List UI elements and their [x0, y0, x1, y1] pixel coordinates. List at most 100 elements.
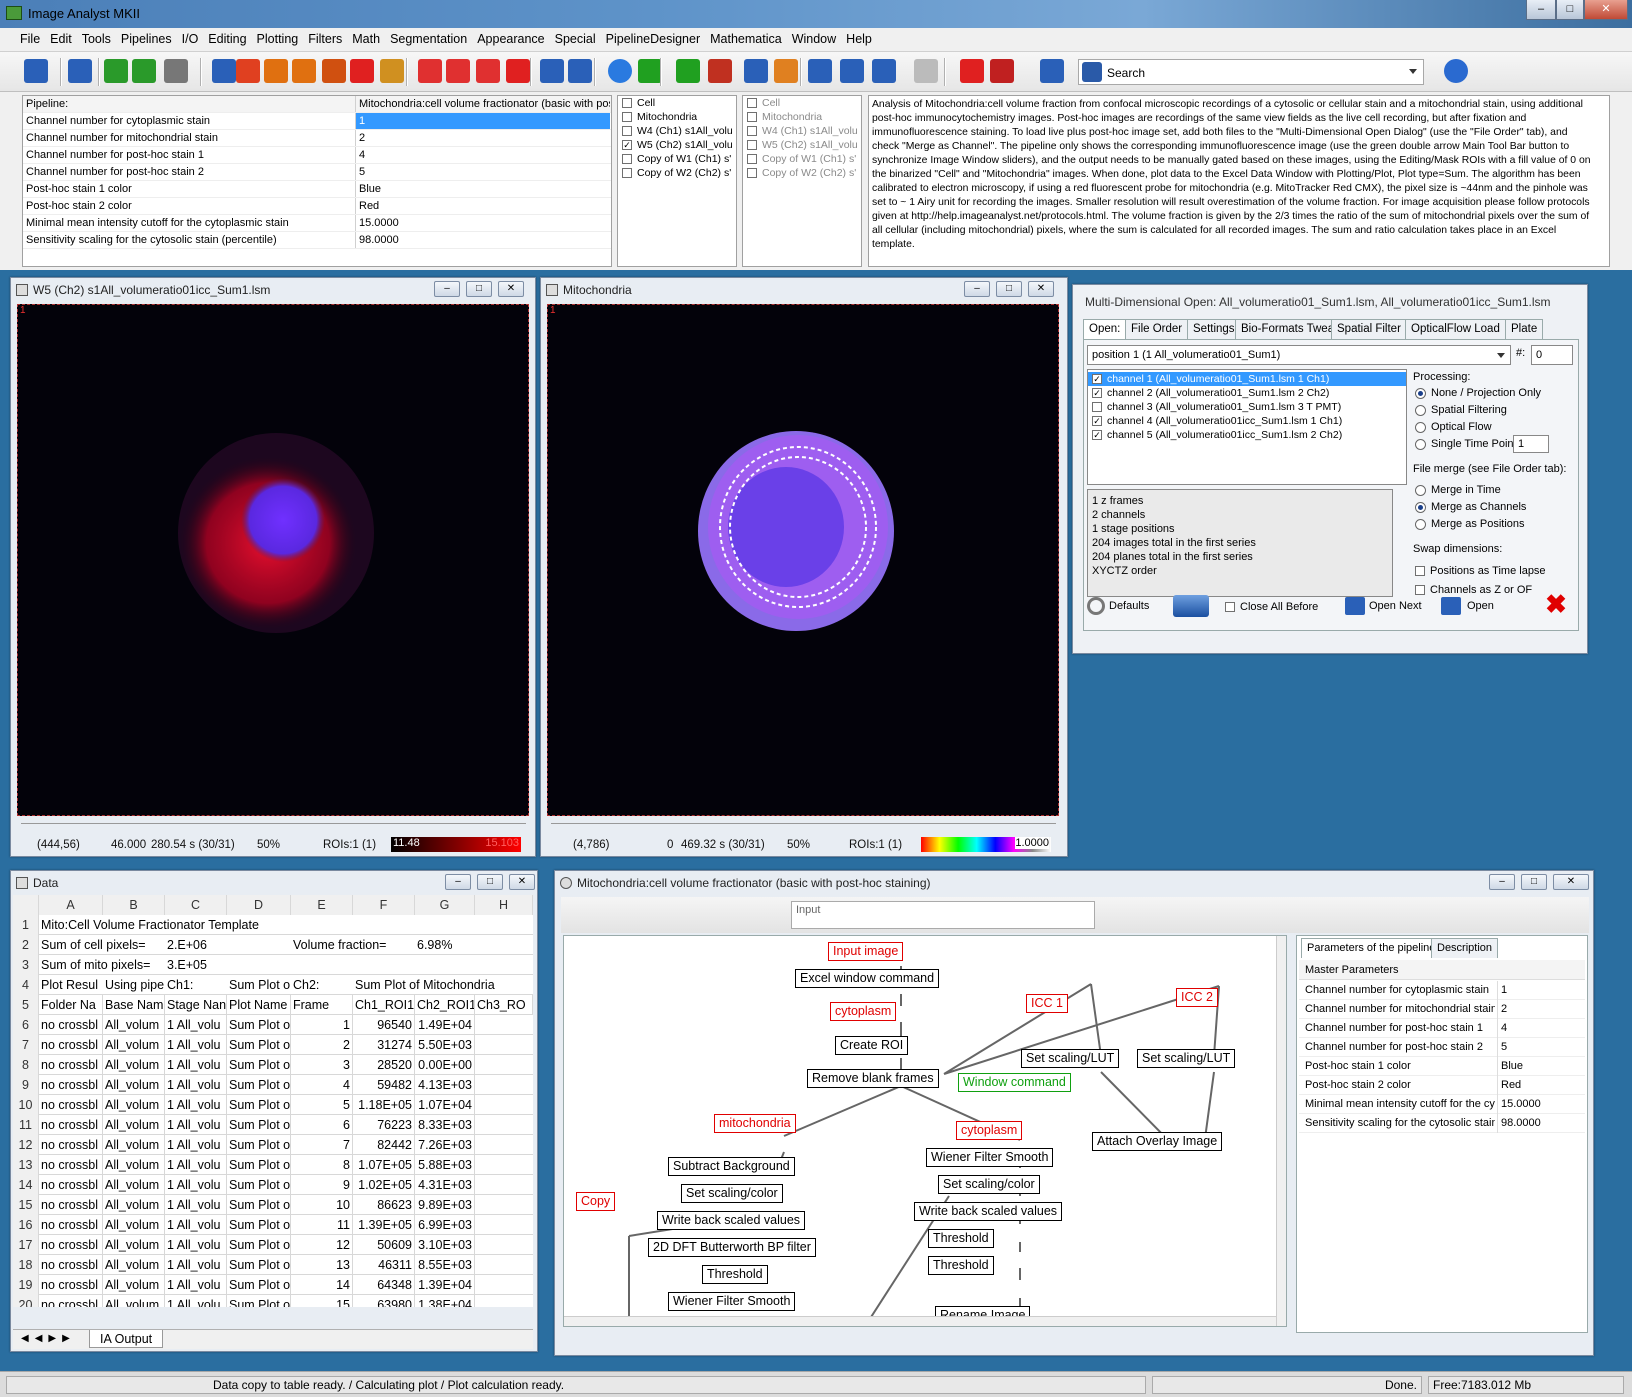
table-row[interactable]: 8 no crossbl All_volum 1 All_volu Sum Plot o…	[13, 1055, 533, 1075]
table-cell[interactable]: 6.99E+03	[415, 1215, 475, 1235]
pipeline-menu-button[interactable]	[1173, 595, 1209, 617]
checkbox[interactable]	[622, 98, 632, 109]
pipeline-node[interactable]: Set scaling/LUT	[1021, 1049, 1120, 1068]
checkbox[interactable]: ✓	[1092, 416, 1102, 427]
position-number-stepper[interactable]: 0	[1531, 345, 1573, 365]
param-row[interactable]: Channel number for post-hoc stain 1 4	[23, 147, 611, 164]
checkbox[interactable]	[747, 126, 757, 137]
table-cell[interactable]: Sum Plot o	[227, 1195, 291, 1215]
param-row[interactable]: Channel number for mitochondrial stain 2	[1299, 1000, 1585, 1019]
resize-icon[interactable]	[380, 59, 404, 83]
table-cell[interactable]: All_volum	[103, 1155, 165, 1175]
table-cell[interactable]: 6	[291, 1115, 353, 1135]
pipeline-node[interactable]: Wiener Filter Smooth	[926, 1148, 1054, 1167]
table-row[interactable]: 14 no crossbl All_volum 1 All_volu Sum Plot …	[13, 1175, 533, 1195]
table-cell[interactable]	[227, 915, 291, 935]
param-row[interactable]: Post-hoc stain 2 color Red	[23, 198, 611, 215]
table-cell[interactable]: 9	[291, 1175, 353, 1195]
table-cell[interactable]: 1 All_volu	[165, 1255, 227, 1275]
corner-cell[interactable]	[13, 895, 39, 915]
table-cell[interactable]: Sum Plot o	[227, 1035, 291, 1055]
table-cell[interactable]: All_volum	[103, 1035, 165, 1055]
pipeline-edit-icon[interactable]	[840, 59, 864, 83]
grid-tool-icon[interactable]	[132, 59, 156, 83]
table-cell[interactable]	[291, 915, 353, 935]
param-value[interactable]: 15.0000	[355, 215, 610, 231]
table-cell[interactable]	[353, 955, 415, 975]
table-cell[interactable]: All_volum	[103, 1215, 165, 1235]
checkbox[interactable]	[1092, 402, 1102, 413]
window-list-item[interactable]: W5 (Ch2) s1All_volu	[743, 138, 861, 152]
checkbox[interactable]: ✓	[1092, 388, 1102, 399]
table-cell[interactable]: no crossbl	[39, 1095, 103, 1115]
no-roi-icon[interactable]	[350, 59, 374, 83]
table-cell[interactable]: 1.39E+04	[415, 1275, 475, 1295]
param-value[interactable]: Blue	[355, 181, 610, 197]
table-cell[interactable]: Ch1_ROI1	[353, 995, 415, 1015]
table-cell[interactable]: Frame	[291, 995, 353, 1015]
table-cell[interactable]: Folder Na	[39, 995, 103, 1015]
table-cell[interactable]: All_volum	[103, 1275, 165, 1295]
roi-delete-icon[interactable]	[418, 59, 442, 83]
param-row[interactable]: Post-hoc stain 1 color Blue	[1299, 1057, 1585, 1076]
table-cell[interactable]: 5.88E+03	[415, 1155, 475, 1175]
table-cell[interactable]: 31274	[353, 1035, 415, 1055]
table-cell[interactable]: Sum Plot o	[227, 1275, 291, 1295]
param-value[interactable]: 1	[355, 113, 610, 129]
data-window[interactable]: Data – □ ✕ A B C D E F G H 1 Mito:Cell Volume Fra…	[10, 870, 538, 1352]
window-list-item[interactable]: Cell	[743, 96, 861, 110]
pointer-icon[interactable]	[236, 59, 260, 83]
menu-plotting[interactable]: Plotting	[252, 28, 304, 52]
pipeline-run-icon[interactable]	[808, 59, 832, 83]
tab-file-order[interactable]: File Order	[1125, 319, 1189, 339]
menu-i-o[interactable]: I/O	[177, 28, 204, 52]
table-cell[interactable]: 2	[291, 1035, 353, 1055]
pipeline-node[interactable]: Create ROI	[835, 1036, 909, 1055]
table-cell[interactable]: Using pipe	[103, 975, 165, 995]
table-cell[interactable]: 1.02E+05	[353, 1175, 415, 1195]
table-cell[interactable]: 1 All_volu	[165, 1115, 227, 1135]
table-cell[interactable]: Ch1:	[165, 975, 227, 995]
table-cell[interactable]: Sum Plot o	[227, 1215, 291, 1235]
menu-file[interactable]: File	[0, 28, 45, 52]
pipeline-node[interactable]: Write back scaled values	[657, 1211, 806, 1230]
single-time-point-stepper[interactable]: 1	[1513, 435, 1549, 453]
play-icon[interactable]	[608, 59, 632, 83]
channel-item[interactable]: ✓ channel 2 (All_volumeratio01_Sum1.lsm 2…	[1088, 386, 1406, 400]
table-cell[interactable]: 11	[291, 1215, 353, 1235]
table-cell[interactable]: 1 All_volu	[165, 1135, 227, 1155]
pipeline-open-icon[interactable]	[68, 59, 92, 83]
roi-copy-icon[interactable]	[446, 59, 470, 83]
minimize-button[interactable]: –	[1489, 874, 1515, 890]
table-row[interactable]: 19 no crossbl All_volum 1 All_volu Sum Plot …	[13, 1275, 533, 1295]
table-cell[interactable]: All_volum	[103, 1175, 165, 1195]
minimize-button[interactable]: –	[434, 281, 460, 297]
record-icon[interactable]	[708, 59, 732, 83]
table-cell[interactable]: 8.55E+03	[415, 1255, 475, 1275]
pipeline-step-icon[interactable]	[872, 59, 896, 83]
channel-item[interactable]: ✓ channel 4 (All_volumeratio01icc_Sum1.ls…	[1088, 414, 1406, 428]
menu-special[interactable]: Special	[550, 28, 601, 52]
table-row[interactable]: 15 no crossbl All_volum 1 All_volu Sum Plot …	[13, 1195, 533, 1215]
image-window-mitochondria[interactable]: Mitochondria – □ ✕ 1 (4,786) 0 469.32 s …	[540, 277, 1068, 857]
window-list-item[interactable]: Copy of W1 (Ch1) s'	[618, 152, 736, 166]
param-value[interactable]: 5	[355, 164, 610, 180]
table-cell[interactable]: 64348	[353, 1275, 415, 1295]
table-cell[interactable]: All_volum	[103, 1095, 165, 1115]
pipeline-node[interactable]: cytoplasm	[956, 1121, 1023, 1140]
radio-button[interactable]	[1415, 518, 1426, 530]
table-cell[interactable]: 1.18E+05	[353, 1095, 415, 1115]
table-cell[interactable]: Sum Plot o	[227, 1095, 291, 1115]
table-cell[interactable]: 2.E+06	[165, 935, 227, 955]
radio-button[interactable]	[1415, 421, 1426, 433]
chevron-down-icon[interactable]	[1409, 69, 1417, 74]
close-button[interactable]: ✕	[1553, 874, 1589, 890]
table-cell[interactable]: no crossbl	[39, 1215, 103, 1235]
pipeline-node[interactable]: Threshold	[702, 1265, 768, 1284]
param-value[interactable]: Blue	[1497, 1057, 1583, 1076]
lut-bar[interactable]: 11.48 15.103	[391, 837, 521, 852]
param-row[interactable]: Post-hoc stain 2 color Red	[1299, 1076, 1585, 1095]
help-icon[interactable]	[1444, 59, 1468, 83]
vertical-scrollbar[interactable]	[1276, 936, 1286, 1326]
param-row[interactable]: Channel number for cytoplasmic stain 1	[23, 113, 611, 130]
